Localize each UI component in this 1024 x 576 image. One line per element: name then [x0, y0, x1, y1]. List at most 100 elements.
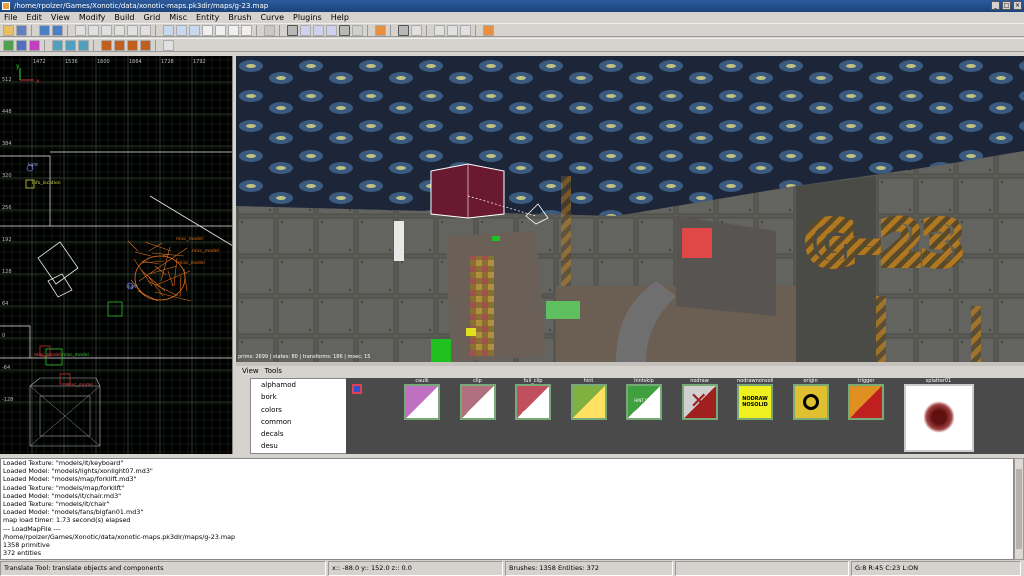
camera-view[interactable]: G-23 prims: 2699 | states: 80 | transfor…	[236, 56, 1024, 362]
texture-thumb-text: HINT SKIP	[634, 398, 654, 403]
texture-item-trigger[interactable]: trigger	[848, 378, 884, 428]
menu-curve[interactable]: Curve	[260, 12, 284, 23]
console-output[interactable]: Loaded Texture: "models/it/keyboard" Load…	[0, 458, 1014, 560]
resize-tool-icon[interactable]	[339, 24, 350, 36]
menu-plugins[interactable]: Plugins	[293, 12, 322, 23]
rotate-x-icon[interactable]	[88, 24, 99, 36]
xy-view[interactable]: 1472 1536 1600 1664 1728 1792 512 448 384 320 256 1…	[0, 56, 233, 454]
texture-item-hint[interactable]: hint	[570, 378, 607, 428]
save-icon[interactable]	[16, 24, 27, 36]
yz-view-icon[interactable]	[189, 24, 200, 36]
undo-icon[interactable]	[39, 24, 50, 36]
scale-tool-icon[interactable]	[313, 24, 324, 36]
csg-subtract-icon[interactable]	[228, 24, 239, 36]
rotate-z-icon[interactable]	[140, 24, 151, 36]
texture-item-full_clip[interactable]: full_clip	[515, 378, 551, 428]
texture-thumbnail[interactable]	[903, 384, 974, 452]
texture-item-caulk[interactable]: caulk	[404, 378, 440, 428]
drag-tool-icon[interactable]	[326, 24, 337, 36]
menu-grid[interactable]: Grid	[143, 12, 160, 23]
texture-thumbnail[interactable]	[570, 384, 607, 420]
select-touching-icon[interactable]	[202, 24, 213, 36]
menu-file[interactable]: File	[4, 12, 17, 23]
menu-modify[interactable]: Modify	[79, 12, 106, 23]
texture-item-nodraw[interactable]: nodraw ✕	[681, 378, 718, 428]
texture-thumbnail[interactable]: HINT SKIP	[626, 384, 662, 420]
console-scrollbar[interactable]	[1014, 458, 1024, 560]
texture-thumbnail[interactable]	[792, 384, 829, 420]
texture-item-clip[interactable]: clip	[459, 378, 496, 428]
caulk-tool-icon[interactable]	[52, 39, 63, 51]
texture-thumbnail[interactable]: ✕	[681, 384, 718, 420]
status-bar: Translate Tool: translate objects and co…	[0, 561, 1024, 576]
texture-menu-view[interactable]: View	[242, 366, 259, 377]
texture-item-splatter01[interactable]: splatter01	[903, 378, 974, 452]
refresh-icon[interactable]	[483, 24, 494, 36]
xy-grid-canvas[interactable]: 1472 1536 1600 1664 1728 1792 512 448 384 320 256 1…	[0, 56, 233, 454]
plugin-icon[interactable]	[411, 24, 422, 36]
entity-label: misc_model	[62, 352, 89, 358]
split-icon[interactable]	[65, 39, 76, 51]
texture-item-hintskip[interactable]: hintskip HINT SKIP	[626, 378, 662, 428]
xy-left-tick: -128	[2, 397, 13, 403]
merge-icon[interactable]	[78, 39, 89, 51]
patch-bend-icon[interactable]	[447, 24, 458, 36]
maximize-button[interactable]: □	[1002, 1, 1011, 10]
bobtoolz-icon[interactable]	[3, 39, 14, 51]
flip-x-icon[interactable]	[75, 24, 86, 36]
csg-merge-icon[interactable]	[241, 24, 252, 36]
toolbar-separator	[93, 39, 99, 51]
texture-menu-tools[interactable]: Tools	[265, 366, 282, 377]
menu-brush[interactable]: Brush	[228, 12, 251, 23]
texture-lock-icon[interactable]	[375, 24, 386, 36]
console-scrollbar-thumb[interactable]	[1016, 469, 1022, 549]
menu-build[interactable]: Build	[114, 12, 134, 23]
texture-item-origin[interactable]: origin	[792, 378, 829, 428]
texture-thumbnail[interactable]	[515, 384, 551, 420]
menu-view[interactable]: View	[51, 12, 70, 23]
texture-thumbnail[interactable]	[459, 384, 496, 420]
translate-tool-icon[interactable]	[287, 24, 298, 36]
status-empty	[675, 561, 849, 576]
menu-edit[interactable]: Edit	[26, 12, 42, 23]
toolbar-separator	[279, 24, 285, 36]
forklift-model-wire	[134, 251, 152, 257]
camera-scene[interactable]: G-23	[236, 56, 1024, 362]
close-button[interactable]: ×	[1013, 1, 1022, 10]
status-coords: x:: -88.0 y:: 152.0 z:: 0.0	[328, 561, 503, 576]
prtview-icon[interactable]	[16, 39, 27, 51]
open-icon[interactable]	[3, 24, 14, 36]
filter-toggle-icon[interactable]	[352, 384, 362, 394]
clip-tool-icon[interactable]	[352, 24, 363, 36]
patch-insert-icon[interactable]	[460, 24, 471, 36]
console-line: map load timer: 1.73 second(s) elapsed	[3, 516, 131, 525]
flip-z-icon[interactable]	[127, 24, 138, 36]
texture-thumbnail[interactable]	[404, 384, 440, 420]
clipper-icon[interactable]	[264, 24, 275, 36]
x-axis-label: x	[36, 78, 40, 85]
entity-icon[interactable]	[398, 24, 409, 36]
redo-icon[interactable]	[52, 24, 63, 36]
xy-view-icon[interactable]	[163, 24, 174, 36]
shader-icon[interactable]	[29, 39, 40, 51]
flip-y-icon[interactable]	[101, 24, 112, 36]
rotate-tool-icon[interactable]	[300, 24, 311, 36]
face-reset-icon[interactable]	[140, 39, 151, 51]
xy-left-tick: 256	[2, 205, 12, 211]
face-fit-icon[interactable]	[127, 39, 138, 51]
filter-icon[interactable]	[163, 39, 174, 51]
menu-entity[interactable]: Entity	[196, 12, 219, 23]
menu-misc[interactable]: Misc	[169, 12, 187, 23]
texture-thumbnail[interactable]	[848, 384, 884, 420]
face-select-icon[interactable]	[101, 39, 112, 51]
xz-view-icon[interactable]	[176, 24, 187, 36]
texture-item-nodrawnonsolid[interactable]: nodrawnonsolid NODRAW NOSOLID	[737, 378, 773, 428]
texture-thumbnail[interactable]: NODRAW NOSOLID	[737, 384, 773, 420]
texture-browser: View Tools alphamod bork colors common d…	[236, 366, 1024, 454]
select-inside-icon[interactable]	[215, 24, 226, 36]
minimize-button[interactable]: _	[991, 1, 1000, 10]
face-align-icon[interactable]	[114, 39, 125, 51]
patch-icon[interactable]	[434, 24, 445, 36]
menu-help[interactable]: Help	[331, 12, 349, 23]
rotate-y-icon[interactable]	[114, 24, 125, 36]
